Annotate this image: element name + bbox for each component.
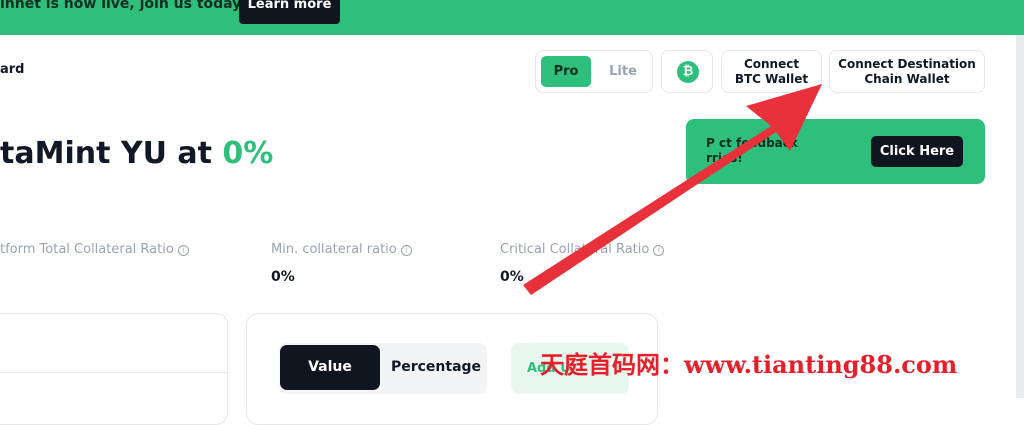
page-title-text: taMint YU at (0, 136, 223, 171)
feedback-banner: P ct feedback rries! Click Here (686, 119, 985, 184)
banner-text: innet is now live, join us today! (0, 0, 248, 12)
value-tab[interactable]: Value (280, 345, 380, 390)
lite-mode-button[interactable]: Lite (598, 56, 648, 87)
arrow-shape (523, 84, 822, 295)
breadcrumb[interactable]: ard (0, 62, 25, 77)
info-icon[interactable]: i (653, 245, 665, 256)
stat-label-text: Min. collateral ratio (271, 242, 397, 257)
mode-toggle: Pro Lite (535, 50, 653, 93)
connect-destination-wallet-button[interactable]: Connect Destination Chain Wallet (829, 50, 985, 93)
pro-mode-button[interactable]: Pro (541, 56, 591, 87)
learn-more-button[interactable]: Learn more (239, 0, 340, 24)
percentage-tab[interactable]: Percentage (387, 345, 485, 390)
page-title-percent: 0% (222, 136, 274, 171)
feedback-text: P ct feedback rries! (706, 136, 798, 165)
info-icon[interactable]: i (177, 245, 189, 256)
critical-collateral-ratio-value: 0% (500, 269, 524, 285)
total-collateral-ratio-label: tform Total Collateral Ratio i (0, 242, 189, 257)
min-collateral-ratio-value: 0% (271, 269, 295, 285)
critical-collateral-ratio-label: Critical Collateral Ratio i (500, 242, 665, 257)
min-collateral-ratio-label: Min. collateral ratio i (271, 242, 412, 257)
bitcoin-icon: ₿ (677, 61, 699, 83)
stat-label-text: tform Total Collateral Ratio (0, 242, 174, 257)
announcement-banner: innet is now live, join us today! Learn … (0, 0, 1024, 35)
scrollbar-track (1016, 35, 1024, 398)
card-divider (0, 372, 227, 373)
page-title: taMint YU at 0% (0, 136, 273, 171)
connect-btc-wallet-button[interactable]: Connect BTC Wallet (721, 50, 822, 93)
left-card (0, 313, 228, 425)
bitcoin-network-button[interactable]: ₿ (661, 50, 713, 93)
stat-label-text: Critical Collateral Ratio (500, 242, 650, 257)
info-icon[interactable]: i (400, 245, 412, 256)
feedback-click-here-button[interactable]: Click Here (871, 136, 963, 167)
watermark-text: 天庭首码网：www.tianting88.com (540, 350, 958, 379)
view-toggle: Value Percentage (279, 343, 487, 394)
